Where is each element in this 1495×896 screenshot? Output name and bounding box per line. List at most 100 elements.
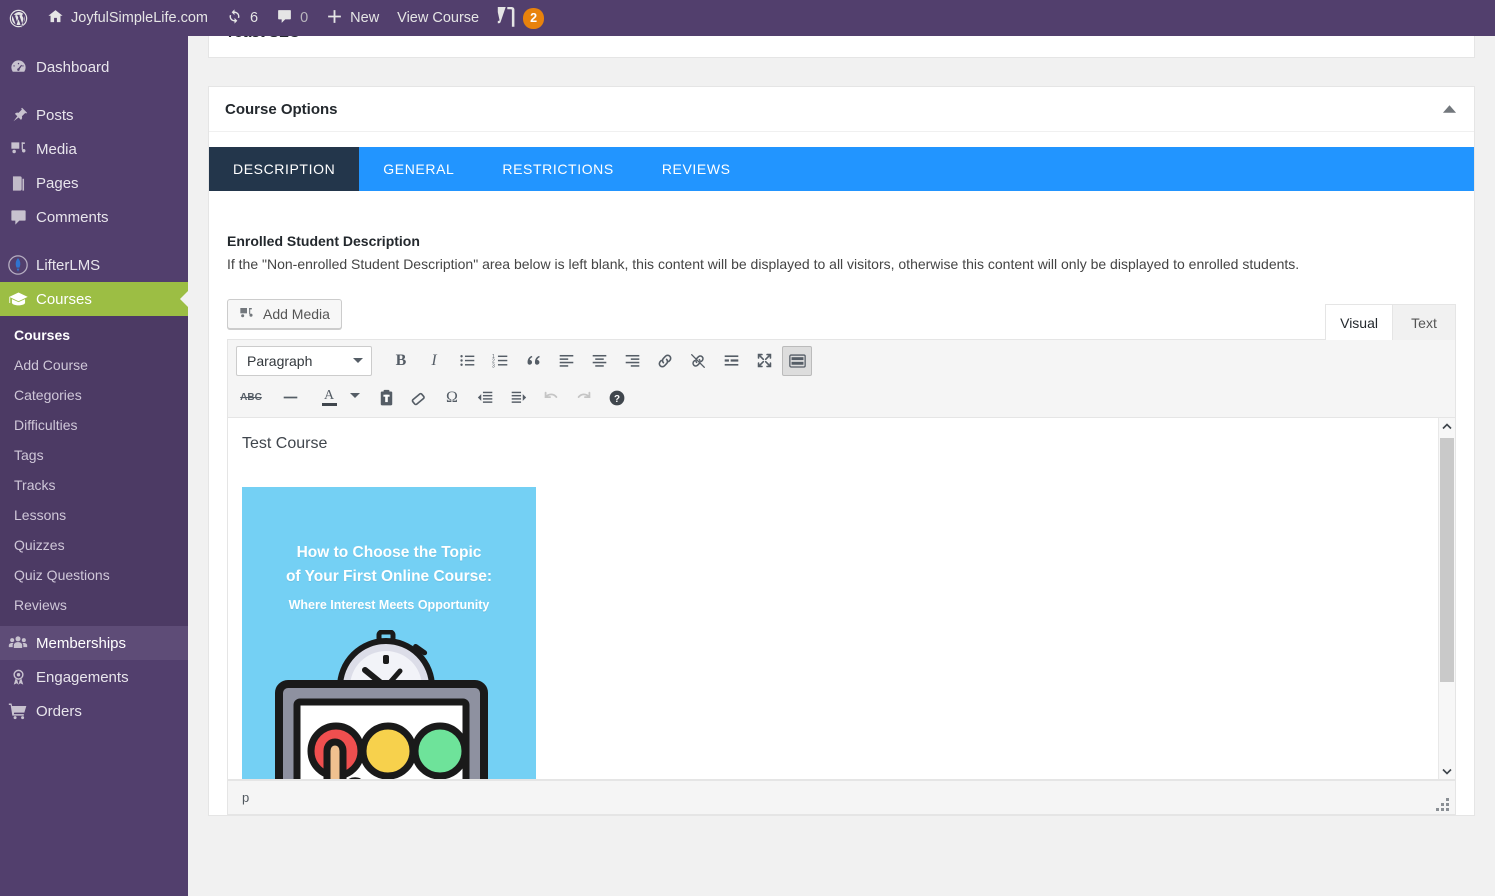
wp-logo-menu[interactable] [0, 0, 38, 36]
resize-handle-icon[interactable] [1434, 794, 1452, 812]
editor-scrollbar[interactable] [1438, 418, 1455, 779]
horizontal-rule-icon[interactable] [275, 383, 305, 413]
view-course-link[interactable]: View Course [388, 0, 488, 36]
sidebar-item-dashboard[interactable]: Dashboard [0, 50, 188, 84]
graduation-cap-icon [0, 289, 36, 310]
course-options-tabs: DESCRIPTION GENERAL RESTRICTIONS REVIEWS [209, 147, 1474, 191]
sidebar-item-orders[interactable]: Orders [0, 694, 188, 728]
editor-paragraph: Test Course [242, 435, 328, 452]
sidebar-item-courses[interactable]: Courses [0, 282, 188, 316]
submenu-item-tags[interactable]: Tags [0, 440, 188, 470]
comment-bubble-icon [276, 8, 293, 29]
undo-icon[interactable] [536, 383, 566, 413]
sidebar-item-label: Posts [36, 106, 74, 124]
submenu-item-quiz-questions[interactable]: Quiz Questions [0, 560, 188, 590]
format-select[interactable]: Paragraph [236, 345, 372, 376]
submenu-item-categories[interactable]: Categories [0, 380, 188, 410]
special-character-icon[interactable]: Ω [437, 383, 467, 413]
sidebar-item-media[interactable]: Media [0, 132, 188, 166]
menu-group-separator [0, 84, 188, 98]
text-color-dropdown-icon[interactable] [347, 383, 363, 413]
tab-text[interactable]: Text [1392, 304, 1456, 340]
submenu-item-tracks[interactable]: Tracks [0, 470, 188, 500]
page-title: Course Options [225, 100, 338, 118]
media-icon [239, 306, 255, 322]
site-name-menu[interactable]: JoyfulSimpleLife.com [38, 0, 217, 36]
tab-general[interactable]: GENERAL [359, 147, 478, 191]
strikethrough-icon[interactable]: ABC [236, 383, 266, 413]
submenu-item-reviews[interactable]: Reviews [0, 590, 188, 620]
editor-content-iframe[interactable]: Test Course How to Choose the Topic of Y… [228, 418, 1455, 780]
sidebar-item-pages[interactable]: Pages [0, 166, 188, 200]
sidebar-item-label: Courses [36, 290, 92, 308]
chevron-up-icon[interactable] [1436, 99, 1462, 119]
media-icon [0, 140, 36, 159]
comments-menu[interactable]: 0 [267, 0, 317, 36]
tab-visual[interactable]: Visual [1325, 304, 1393, 340]
align-left-icon[interactable] [551, 346, 581, 376]
scrollbar-thumb[interactable] [1440, 438, 1454, 682]
new-content-label: New [350, 10, 380, 26]
yoast-seo-menu[interactable]: 2 [488, 0, 553, 36]
redo-icon[interactable] [569, 383, 599, 413]
editor-body[interactable]: Test Course How to Choose the Topic of Y… [228, 418, 1455, 779]
italic-icon[interactable]: I [419, 346, 449, 376]
submenu-item-courses[interactable]: Courses [0, 320, 188, 350]
comments-count: 0 [300, 10, 309, 26]
editor-element-path[interactable]: p [242, 790, 249, 805]
editor-status-bar: p [228, 780, 1455, 814]
remove-link-icon[interactable] [683, 346, 713, 376]
updates-count: 6 [250, 10, 259, 26]
yoast-seo-icon [497, 6, 516, 31]
keyboard-shortcuts-icon[interactable]: ? [602, 383, 632, 413]
svg-text:3: 3 [492, 363, 495, 369]
blockquote-icon[interactable] [518, 346, 548, 376]
add-media-button[interactable]: Add Media [227, 299, 342, 329]
tab-description[interactable]: DESCRIPTION [209, 147, 360, 191]
submenu-item-lessons[interactable]: Lessons [0, 500, 188, 530]
yoast-seo-title: Yoast SEO [225, 36, 301, 41]
sidebar-item-label: Memberships [36, 634, 127, 652]
bold-icon[interactable]: B [386, 346, 416, 376]
view-course-label: View Course [397, 10, 480, 26]
tab-reviews[interactable]: REVIEWS [638, 147, 755, 191]
submenu-item-difficulties[interactable]: Difficulties [0, 410, 188, 440]
outdent-icon[interactable] [470, 383, 500, 413]
home-icon [47, 8, 64, 29]
indent-icon[interactable] [503, 383, 533, 413]
toolbar-toggle-icon[interactable] [782, 345, 812, 376]
sidebar-item-posts[interactable]: Posts [0, 98, 188, 132]
sidebar-item-engagements[interactable]: Engagements [0, 660, 188, 694]
read-more-icon[interactable] [716, 346, 746, 376]
course-options-header[interactable]: Course Options [209, 87, 1474, 132]
insert-link-icon[interactable] [650, 346, 680, 376]
editor-toolbar-row-2: ABC A Ω ? [232, 379, 1451, 416]
monitor-icon [275, 680, 488, 779]
admin-sidebar-menu: Dashboard Posts Media Pages Comments Lif… [0, 36, 188, 896]
fullscreen-icon[interactable] [749, 346, 779, 376]
bulleted-list-icon[interactable] [452, 346, 482, 376]
text-color-icon[interactable]: A [314, 383, 344, 413]
clear-formatting-icon[interactable] [404, 383, 434, 413]
updates-icon [226, 8, 243, 29]
sidebar-item-memberships[interactable]: Memberships [0, 626, 188, 660]
sidebar-item-comments[interactable]: Comments [0, 200, 188, 234]
updates-menu[interactable]: 6 [217, 0, 267, 36]
svg-text:?: ? [614, 393, 620, 404]
chevron-down-icon [353, 357, 363, 368]
submenu-item-add-course[interactable]: Add Course [0, 350, 188, 380]
scrollbar-down-arrow-icon[interactable] [1439, 763, 1455, 779]
align-center-icon[interactable] [584, 346, 614, 376]
course-promo-image[interactable]: How to Choose the Topic of Your First On… [242, 487, 536, 779]
scrollbar-up-arrow-icon[interactable] [1439, 418, 1455, 435]
tab-restrictions[interactable]: RESTRICTIONS [478, 147, 637, 191]
submenu-item-quizzes[interactable]: Quizzes [0, 530, 188, 560]
align-right-icon[interactable] [617, 346, 647, 376]
add-media-label: Add Media [263, 306, 330, 322]
yoast-seo-postbox: Yoast SEO [208, 36, 1475, 58]
new-content-menu[interactable]: New [317, 0, 388, 36]
award-icon [0, 668, 36, 687]
numbered-list-icon[interactable]: 123 [485, 346, 515, 376]
sidebar-item-lifterlms[interactable]: LifterLMS [0, 248, 188, 282]
paste-as-text-icon[interactable] [371, 383, 401, 413]
